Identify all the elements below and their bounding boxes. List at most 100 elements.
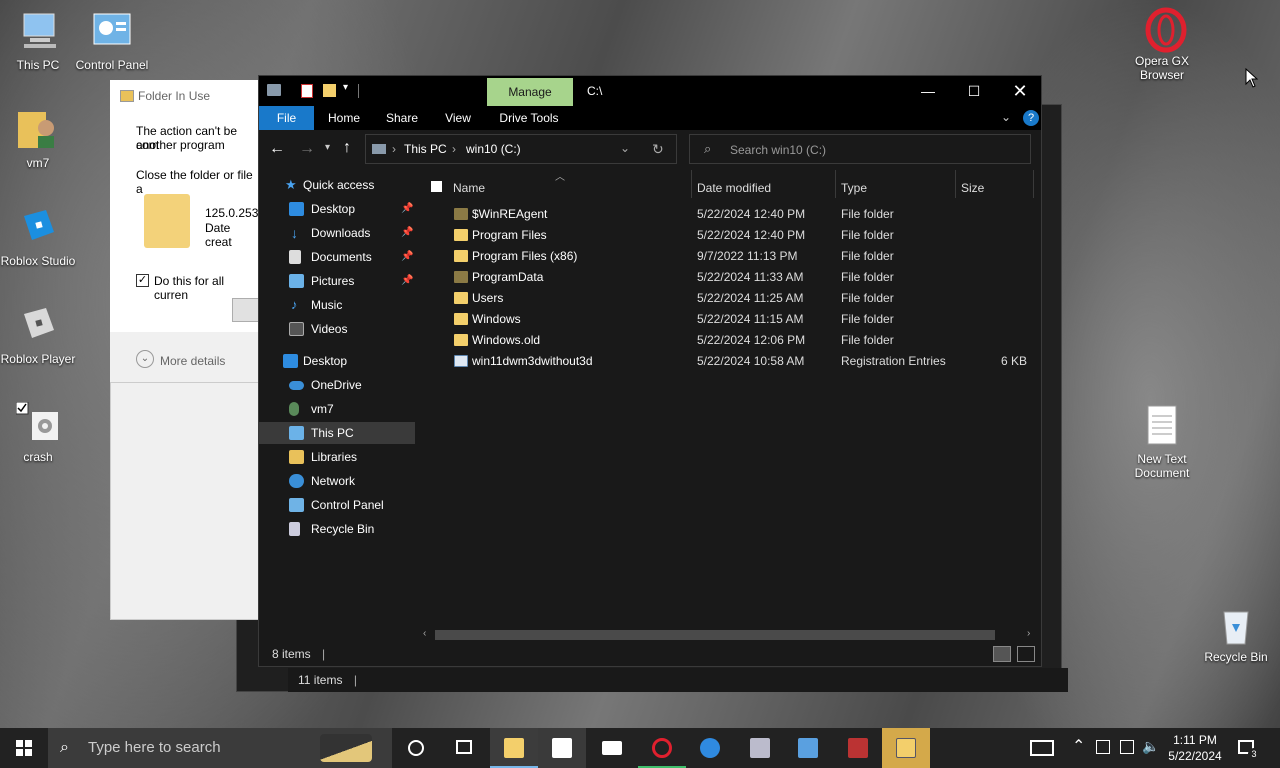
nav-item-pictures[interactable]: Pictures 📌 xyxy=(259,270,415,292)
tab-file[interactable]: File xyxy=(259,106,314,130)
title-bar[interactable]: ▾ Manage C:\ — ☐ ✕ xyxy=(259,76,1041,106)
file-row[interactable]: win11dwm3dwithout3d 5/22/2024 10:58 AM R… xyxy=(417,351,1041,372)
column-header-size[interactable]: Size xyxy=(961,178,984,198)
file-explorer-window[interactable]: ▾ Manage C:\ — ☐ ✕ File Home Share View … xyxy=(258,75,1042,667)
nav-item-libraries[interactable]: Libraries xyxy=(259,446,415,468)
nav-item-music[interactable]: ♪ Music xyxy=(259,294,415,316)
tab-manage[interactable]: Manage xyxy=(487,78,573,106)
taskbar-app-2[interactable] xyxy=(784,728,832,768)
news-icon[interactable] xyxy=(1030,740,1054,756)
file-row[interactable]: Program Files 5/22/2024 12:40 PM File fo… xyxy=(417,225,1041,246)
cortana-button[interactable] xyxy=(392,728,440,768)
taskbar-search-input[interactable]: Type here to search xyxy=(88,728,221,768)
chevron-up-icon[interactable]: ⌃ xyxy=(1072,736,1085,756)
breadcrumb-this-pc[interactable]: This PC xyxy=(404,142,447,156)
nav-item-this-pc[interactable]: This PC xyxy=(259,422,415,444)
file-row[interactable]: Windows.old 5/22/2024 12:06 PM File fold… xyxy=(417,330,1041,351)
breadcrumb-current[interactable]: win10 (C:) xyxy=(466,142,521,156)
help-icon[interactable]: ? xyxy=(1023,110,1039,126)
column-header-date[interactable]: Date modified xyxy=(697,178,771,198)
nav-item-downloads[interactable]: ↓ Downloads 📌 xyxy=(259,222,415,244)
horizontal-scrollbar[interactable]: ‹ › xyxy=(417,628,1041,642)
address-bar[interactable]: › This PC › win10 (C:) ⌄ ↻ xyxy=(365,134,677,164)
file-row[interactable]: $WinREAgent 5/22/2024 12:40 PM File fold… xyxy=(417,204,1041,225)
select-all-checkbox[interactable] xyxy=(431,181,442,192)
nav-item-control-panel[interactable]: Control Panel xyxy=(259,494,415,516)
taskbar-file-explorer[interactable] xyxy=(490,728,538,768)
new-folder-icon[interactable] xyxy=(323,84,336,97)
desktop-icon-roblox-player[interactable]: Roblox Player xyxy=(0,304,76,366)
nav-item-recycle-bin[interactable]: Recycle Bin xyxy=(259,518,415,540)
taskbar-file-explorer-2[interactable] xyxy=(882,728,930,768)
taskbar-search-box[interactable]: ⌕ Type here to search xyxy=(48,728,392,768)
taskbar-winrar[interactable] xyxy=(834,728,882,768)
tab-share[interactable]: Share xyxy=(377,106,427,130)
back-button[interactable]: ← xyxy=(269,140,285,158)
volume-icon[interactable]: 🔈 xyxy=(1142,738,1159,755)
nav-item-network[interactable]: Network xyxy=(259,470,415,492)
nav-item-desktop[interactable]: Desktop 📌 xyxy=(259,198,415,220)
desktop-icon-crash[interactable]: crash xyxy=(0,401,76,464)
close-button[interactable]: ✕ xyxy=(997,76,1043,106)
desktop-icon-new-text-document[interactable]: New Text Document xyxy=(1124,404,1200,480)
column-divider[interactable] xyxy=(835,170,836,198)
customize-toolbar-icon[interactable]: ▾ xyxy=(343,82,348,93)
scroll-left-icon[interactable]: ‹ xyxy=(423,628,426,639)
taskbar-edge[interactable] xyxy=(686,728,734,768)
column-header-type[interactable]: Type xyxy=(841,178,867,198)
more-details-link[interactable]: More details xyxy=(160,354,225,368)
folder-in-use-dialog[interactable]: Folder In Use The action can't be com an… xyxy=(110,80,265,382)
dialog-button[interactable] xyxy=(232,298,260,322)
column-header-name[interactable]: Name xyxy=(453,178,485,198)
minimize-button[interactable]: — xyxy=(905,76,951,106)
desktop-icon-roblox-studio[interactable]: Roblox Studio xyxy=(0,206,76,268)
expand-ribbon-icon[interactable]: ⌄ xyxy=(1001,110,1011,124)
desktop-icon-recycle-bin[interactable]: Recycle Bin xyxy=(1198,602,1274,664)
tab-home[interactable]: Home xyxy=(319,106,369,130)
column-divider[interactable] xyxy=(955,170,956,198)
maximize-button[interactable]: ☐ xyxy=(951,76,997,106)
up-button[interactable]: ↑ xyxy=(343,139,351,157)
properties-icon[interactable] xyxy=(301,84,313,98)
task-view-button[interactable] xyxy=(440,728,488,768)
nav-item-vm7[interactable]: vm7 xyxy=(259,398,415,420)
taskbar-app-1[interactable] xyxy=(736,728,784,768)
column-divider[interactable] xyxy=(691,170,692,198)
taskbar-mail[interactable] xyxy=(588,728,636,768)
large-icons-view-icon[interactable] xyxy=(1017,646,1035,662)
recent-locations-icon[interactable]: ▾ xyxy=(325,142,330,153)
desktop-icon-opera-gx[interactable]: Opera GX Browser xyxy=(1124,6,1200,82)
taskbar-opera-gx[interactable] xyxy=(638,728,686,768)
nav-item-documents[interactable]: Documents 📌 xyxy=(259,246,415,268)
search-box[interactable]: ⌕ Search win10 (C:) xyxy=(689,134,1031,164)
refresh-icon[interactable]: ↻ xyxy=(652,141,664,158)
scrollbar-thumb[interactable] xyxy=(435,630,995,640)
address-dropdown-icon[interactable]: ⌄ xyxy=(620,141,630,155)
nav-item-videos[interactable]: Videos xyxy=(259,318,415,340)
file-row[interactable]: Windows 5/22/2024 11:15 AM File folder xyxy=(417,309,1041,330)
forward-button[interactable]: → xyxy=(299,140,315,158)
file-row[interactable]: Program Files (x86) 9/7/2022 11:13 PM Fi… xyxy=(417,246,1041,267)
quick-access-toolbar-icon[interactable] xyxy=(267,84,281,96)
taskbar-store[interactable] xyxy=(538,728,586,768)
tab-drive-tools[interactable]: Drive Tools xyxy=(491,106,567,130)
search-input[interactable]: Search win10 (C:) xyxy=(730,143,826,157)
nav-item-onedrive[interactable]: OneDrive xyxy=(259,374,415,396)
file-row[interactable]: Users 5/22/2024 11:25 AM File folder xyxy=(417,288,1041,309)
nav-item-desktop-root[interactable]: Desktop xyxy=(259,350,415,372)
start-button[interactable] xyxy=(0,728,48,768)
chevron-down-icon[interactable]: ⌄ xyxy=(136,350,154,368)
tab-view[interactable]: View xyxy=(433,106,483,130)
nav-item-quick-access[interactable]: ★ Quick access xyxy=(259,174,415,196)
scroll-right-icon[interactable]: › xyxy=(1027,628,1030,639)
apply-all-checkbox[interactable]: ✓ xyxy=(136,274,149,287)
file-row[interactable]: ProgramData 5/22/2024 11:33 AM File fold… xyxy=(417,267,1041,288)
column-divider[interactable] xyxy=(1033,170,1034,198)
network-icon[interactable] xyxy=(1120,740,1134,754)
security-icon[interactable] xyxy=(1096,740,1110,754)
desktop-icon-control-panel[interactable]: Control Panel xyxy=(74,10,150,74)
desktop-icon-vm7[interactable]: vm7 xyxy=(0,108,76,170)
details-view-icon[interactable] xyxy=(993,646,1011,662)
desktop-icon-this-pc[interactable]: This PC xyxy=(0,10,76,72)
clock[interactable]: 1:11 PM 5/22/2024 xyxy=(1162,732,1228,764)
